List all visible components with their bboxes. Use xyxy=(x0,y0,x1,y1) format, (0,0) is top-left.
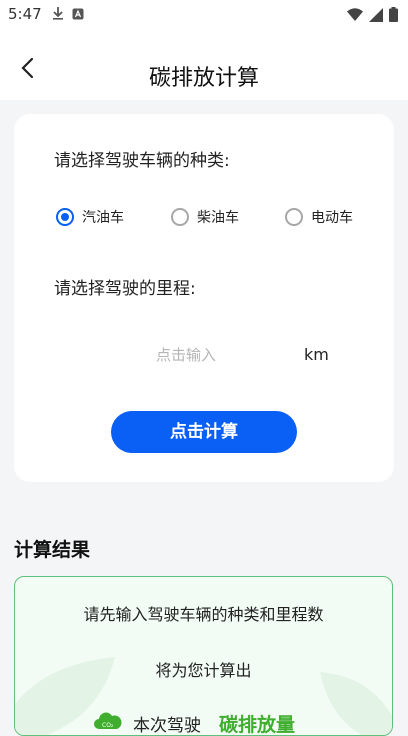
vehicle-type-label: 请选择驾驶车辆的种类: xyxy=(54,146,230,171)
signal-icon xyxy=(369,8,383,26)
svg-text:CO₂: CO₂ xyxy=(102,722,114,729)
vehicle-type-radio-group: 汽油车 柴油车 电动车 xyxy=(54,207,374,233)
result-footer-emphasis: 碳排放量 xyxy=(219,710,295,736)
result-hint-line2: 将为您计算出 xyxy=(15,657,392,681)
co2-cloud-icon: CO₂ xyxy=(93,709,123,736)
status-bar: 5:47 xyxy=(0,0,408,30)
calc-card: 请选择驾驶车辆的种类: 汽油车 柴油车 电动车 请选择驾驶的里程: km 点击计… xyxy=(14,114,394,482)
status-icons-left xyxy=(52,6,84,24)
wifi-icon xyxy=(347,8,363,26)
result-title: 计算结果 xyxy=(14,535,90,562)
page-title: 碳排放计算 xyxy=(0,60,408,92)
radio-option-diesel[interactable]: 柴油车 xyxy=(171,207,239,227)
download-icon xyxy=(52,6,64,24)
result-footer: CO₂ 本次驾驶 碳排放量 xyxy=(93,709,295,736)
radio-label-electric: 电动车 xyxy=(311,207,353,227)
radio-unchecked-icon[interactable] xyxy=(285,208,303,226)
battery-icon xyxy=(389,7,398,26)
result-hint-line1: 请先输入驾驶车辆的种类和里程数 xyxy=(15,601,392,625)
status-time: 5:47 xyxy=(8,5,42,23)
result-card: 请先输入驾驶车辆的种类和里程数 将为您计算出 CO₂ 本次驾驶 碳排放量 xyxy=(14,576,393,736)
radio-label-diesel: 柴油车 xyxy=(197,207,239,227)
status-icons-right xyxy=(347,7,398,26)
radio-option-electric[interactable]: 电动车 xyxy=(285,207,353,227)
radio-unchecked-icon[interactable] xyxy=(171,208,189,226)
mileage-input[interactable] xyxy=(154,340,298,370)
unit-label: km xyxy=(304,345,329,364)
radio-checked-icon[interactable] xyxy=(56,208,74,226)
mileage-label: 请选择驾驶的里程: xyxy=(54,274,196,299)
notification-a-icon xyxy=(72,6,84,24)
result-footer-text: 本次驾驶 xyxy=(133,711,201,736)
app-header: 碳排放计算 xyxy=(0,30,408,100)
radio-option-gasoline[interactable]: 汽油车 xyxy=(56,207,124,227)
radio-label-gasoline: 汽油车 xyxy=(82,207,124,227)
calculate-button[interactable]: 点击计算 xyxy=(111,411,297,453)
